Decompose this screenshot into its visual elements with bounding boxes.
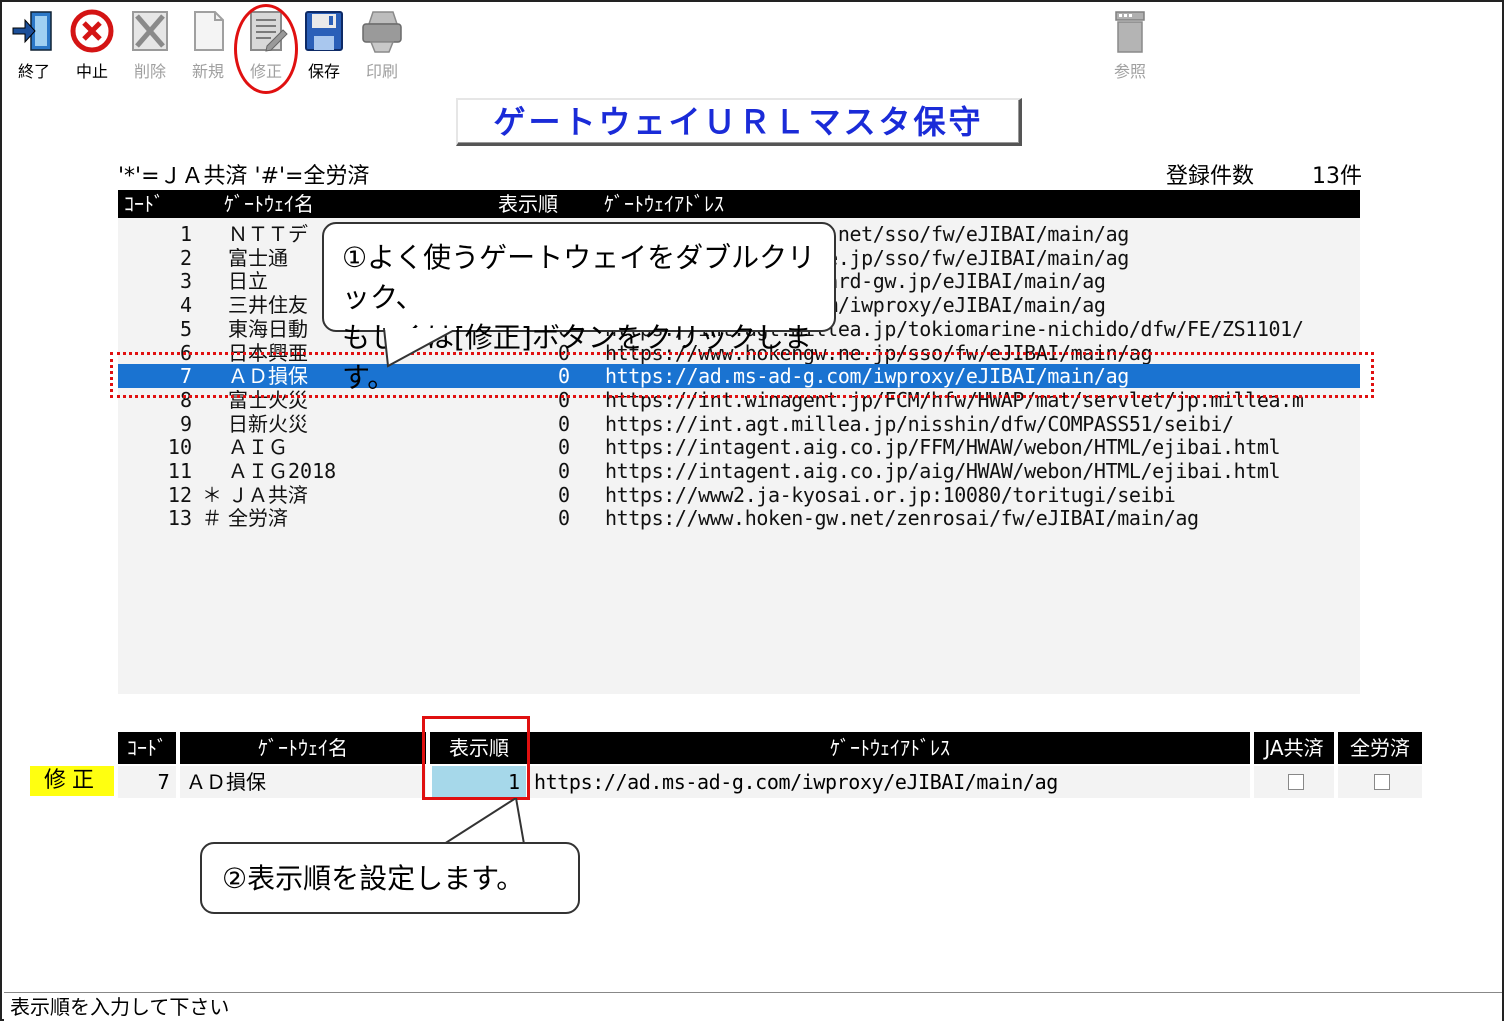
save-label: 保存 [307, 62, 340, 81]
print-button[interactable]: 印刷 [356, 8, 408, 81]
window: 終了 中止 削除 新規 修正 保存 印刷 参照 ゲートウェイＵＲＬマスタ保守 '… [0, 0, 1504, 1021]
new-button[interactable]: 新規 [182, 8, 234, 81]
row-address: https://www2.ja-kyosai.or.jp:10080/torit… [605, 482, 1176, 507]
row-name: 三井住友 [228, 293, 308, 318]
row-name: 東海日動 [228, 316, 308, 341]
gateway-row[interactable]: 11 ＡＩＧ2018 0 https://intagent.aig.co.jp/aig… [118, 459, 1360, 483]
gateway-list-header: ｺｰﾄﾞ ｹﾞｰﾄｳｪｲ名 表示順 ｹﾞｰﾄｳｪｲｱﾄﾞﾚｽ [118, 190, 1360, 218]
row-order: 0 [558, 435, 571, 460]
record-count-value: 13件 [1312, 164, 1362, 189]
callout-1-line-1: ①よく使うゲートウェイをダブルクリック、 [342, 241, 816, 314]
edit-document-icon [250, 11, 288, 52]
row-name: ＪＡ共済 [228, 482, 308, 507]
row-order: 0 [558, 459, 571, 483]
modify-button[interactable]: 修正 [240, 8, 292, 81]
stop-label: 中止 [75, 62, 108, 81]
edit-header-order: 表示順 [430, 732, 528, 764]
stop-button[interactable]: 中止 [66, 8, 118, 81]
mode-badge: 修正 [30, 766, 114, 796]
new-document-icon [194, 11, 224, 51]
reference-list-icon [1115, 11, 1145, 53]
edit-header-address: ｹﾞｰﾄｳｪｲｱﾄﾞﾚｽ [530, 732, 1250, 764]
list-header-name: ｹﾞｰﾄｳｪｲ名 [224, 192, 314, 216]
row-code: 2 [179, 245, 192, 270]
row-name: 日本興亜 [228, 340, 308, 365]
delete-icon [132, 11, 168, 51]
record-count-label: 登録件数 [1166, 164, 1255, 189]
list-header-order: 表示順 [498, 192, 558, 216]
row-name: 日新火災 [228, 411, 308, 436]
ja-kyosai-checkbox[interactable] [1288, 774, 1304, 790]
edit-header-ja: JA共済 [1254, 732, 1334, 764]
row-name: ＡＩＧ2018 [228, 459, 337, 483]
row-code: 12 [167, 482, 192, 507]
row-code: 9 [179, 411, 192, 436]
row-name: ＡＤ損保 [228, 364, 308, 389]
row-address: https://intagent.aig.co.jp/FFM/HWAW/webo… [605, 435, 1281, 460]
row-code: 13 [167, 506, 192, 531]
edit-name-field[interactable]: ＡＤ損保 [180, 766, 426, 798]
row-name: 全労済 [228, 506, 288, 531]
zenrosai-checkbox[interactable] [1374, 774, 1390, 790]
exit-button[interactable]: 終了 [8, 8, 60, 81]
row-address: https://intagent.aig.co.jp/aig/HWAW/webo… [605, 459, 1281, 483]
reference-button[interactable]: 参照 [1104, 8, 1156, 81]
status-bar: 表示順を入力して下さい [4, 992, 1502, 1021]
gateway-row[interactable]: 10 ＡＩＧ 0 https://intagent.aig.co.jp/FFM/HWA… [118, 435, 1360, 459]
row-code: 5 [179, 316, 192, 341]
delete-button[interactable]: 削除 [124, 8, 176, 81]
mark-legend: '*'=ＪＡ共済 '#'=全労済 [118, 164, 370, 189]
print-label: 印刷 [365, 62, 398, 81]
row-order: 0 [558, 506, 571, 531]
row-name: ＡＩＧ [228, 435, 288, 460]
row-code: 1 [179, 222, 192, 246]
row-code: 8 [179, 387, 192, 412]
row-name: 富士火災 [228, 387, 308, 412]
page-title: ゲートウェイＵＲＬマスタ保守 [456, 98, 1022, 146]
row-code: 3 [179, 269, 192, 294]
edit-header-name: ｹﾞｰﾄｳｪｲ名 [180, 732, 426, 764]
row-order: 0 [558, 482, 571, 507]
reference-label: 参照 [1113, 62, 1146, 81]
instruction-callout-1: ①よく使うゲートウェイをダブルクリック、 もしくは[修正]ボタンをクリックします… [322, 222, 836, 394]
stop-icon [70, 9, 114, 53]
gateway-row[interactable]: 12 ＊ ＪＡ共済 0 https://www2.ja-kyosai.or.jp:100… [118, 483, 1360, 507]
callout-1-pointer [382, 328, 459, 368]
row-code: 6 [179, 340, 192, 365]
row-order: 0 [558, 411, 571, 436]
row-code: 11 [167, 459, 192, 483]
row-address: https://www.hoken-gw.net/zenrosai/fw/eJI… [605, 506, 1199, 531]
row-name: 富士通 [228, 245, 288, 270]
row-code: 10 [167, 435, 192, 460]
printer-icon [362, 11, 402, 53]
gateway-row[interactable]: 9 日新火災 0 https://int.agt.millea.jp/nisshin/… [118, 412, 1360, 436]
exit-icon [12, 11, 52, 51]
new-label: 新規 [191, 62, 224, 81]
callout-2-pointer [440, 798, 526, 845]
exit-label: 終了 [17, 62, 50, 81]
list-header-code: ｺｰﾄﾞ [124, 192, 164, 216]
display-order-input[interactable] [432, 766, 526, 798]
row-name: 日立 [228, 269, 268, 294]
row-address: https://int.agt.millea.jp/nisshin/dfw/CO… [605, 411, 1234, 436]
row-code: 4 [179, 293, 192, 318]
instruction-callout-2: ②表示順を設定します。 [200, 842, 580, 914]
edit-code-value: 7 [118, 766, 176, 798]
edit-address-field[interactable]: https://ad.ms-ad-g.com/iwproxy/eJIBAI/ma… [530, 766, 1250, 798]
edit-header-zenrosai: 全労済 [1338, 732, 1422, 764]
row-mark: ＊ [202, 482, 222, 507]
floppy-disk-icon [305, 11, 343, 51]
delete-label: 削除 [133, 62, 166, 81]
gateway-row[interactable]: 13 ＃全労済 0 https://www.hoken-gw.net/zenrosai… [118, 506, 1360, 530]
callout-2-text: ②表示順を設定します。 [222, 862, 525, 895]
edit-header-code: ｺｰﾄﾞ [118, 732, 176, 764]
row-name: ＮＴＴデ [228, 222, 308, 246]
save-button[interactable]: 保存 [298, 8, 350, 81]
list-header-address: ｹﾞｰﾄｳｪｲｱﾄﾞﾚｽ [604, 192, 724, 216]
row-mark: ＃ [202, 506, 222, 531]
modify-label: 修正 [249, 62, 282, 81]
row-code: 7 [179, 364, 192, 389]
